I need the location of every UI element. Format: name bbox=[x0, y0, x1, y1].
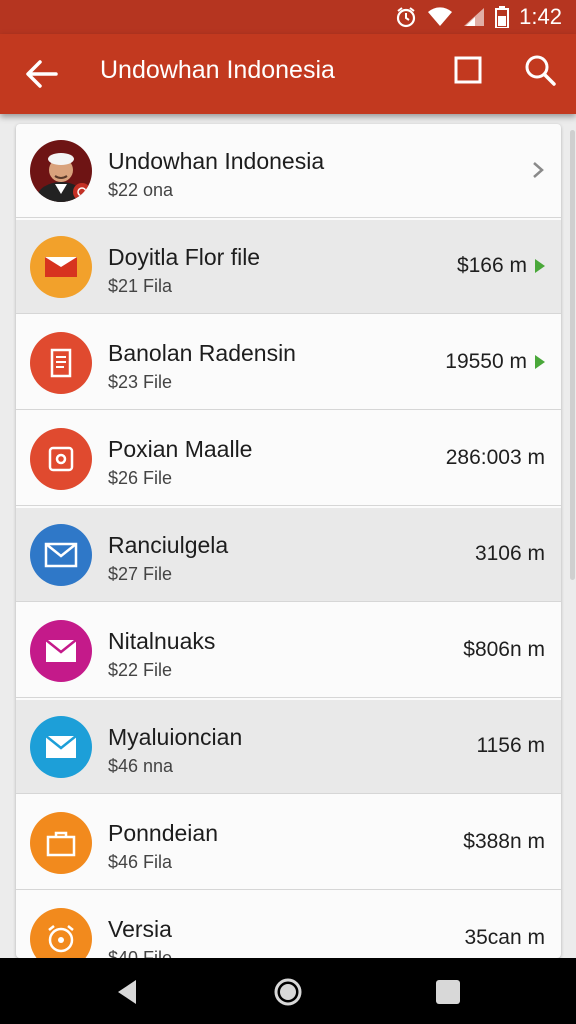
list-item-sub: $22 File bbox=[108, 660, 173, 680]
app-bar: Undowhan Indonesia bbox=[0, 34, 576, 114]
status-time: 1:42 bbox=[519, 4, 562, 29]
document-icon bbox=[30, 332, 92, 394]
list-item-value: $166 m bbox=[456, 254, 527, 277]
mail-flag-icon bbox=[30, 236, 92, 298]
list-item[interactable]: Banolan Radensin $23 File 19550 m bbox=[16, 316, 561, 410]
list-item-value: $388n m bbox=[463, 830, 545, 853]
envelope-icon bbox=[30, 716, 92, 778]
list-item-value: 35can m bbox=[464, 926, 545, 949]
list-item-sub: $21 Fila bbox=[108, 276, 173, 296]
list-item-value: 1156 m bbox=[476, 734, 546, 757]
green-arrow-icon bbox=[535, 259, 545, 273]
alarm-icon bbox=[30, 908, 92, 958]
recents-square-icon[interactable] bbox=[432, 976, 464, 1008]
file-list: Undowhan Indonesia $22 ona Doyitla Flor … bbox=[16, 124, 561, 958]
status-icons: 1:42 bbox=[395, 4, 562, 30]
list-item-name: Ranciulgela bbox=[108, 532, 229, 558]
green-arrow-icon bbox=[535, 355, 545, 369]
list-item[interactable]: Nitalnuaks $22 File $806n m bbox=[16, 604, 561, 698]
file-icon bbox=[30, 428, 92, 490]
wifi-icon bbox=[428, 7, 453, 27]
list-item-name: Doyitla Flor file bbox=[108, 244, 261, 270]
bag-icon bbox=[30, 812, 92, 874]
list-item-name: Banolan Radensin bbox=[108, 340, 296, 366]
page-title: Undowhan Indonesia bbox=[100, 56, 335, 84]
alarm-icon bbox=[397, 7, 416, 28]
back-triangle-icon[interactable] bbox=[112, 976, 144, 1008]
header-item-sub: $22 ona bbox=[108, 180, 174, 200]
header-list-item[interactable]: Undowhan Indonesia $22 ona bbox=[16, 124, 561, 218]
list-item[interactable]: Myaluioncian $46 nna 1156 m bbox=[16, 700, 561, 794]
list-item[interactable]: Poxian Maalle $26 File 286:003 m bbox=[16, 412, 561, 506]
list-item-sub: $46 nna bbox=[108, 756, 174, 776]
list-item-name: Nitalnuaks bbox=[108, 628, 216, 654]
list-item[interactable]: Versia $40 File 35can m bbox=[16, 892, 561, 958]
list-item-value: 286:003 m bbox=[445, 446, 545, 469]
avatar bbox=[30, 140, 92, 202]
signal-icon bbox=[464, 8, 485, 26]
chevron-right-icon bbox=[533, 162, 544, 178]
list-item-value: $806n m bbox=[463, 638, 545, 661]
list-item-value: 3106 m bbox=[474, 542, 545, 565]
list-item-sub: $40 File bbox=[108, 948, 173, 958]
list-item[interactable]: Ranciulgela $27 File 3106 m bbox=[16, 508, 561, 602]
list-item-name: Versia bbox=[108, 916, 172, 942]
status-bar: 1:42 bbox=[0, 0, 576, 34]
search-icon[interactable] bbox=[524, 54, 556, 86]
list-item[interactable]: Doyitla Flor file $21 Fila $166 m bbox=[16, 220, 561, 314]
back-arrow-icon[interactable] bbox=[22, 54, 62, 94]
list-item[interactable]: Ponndeian $46 Fila $388n m bbox=[16, 796, 561, 890]
envelope-icon bbox=[30, 620, 92, 682]
envelope-icon bbox=[30, 524, 92, 586]
list-item-name: Myaluioncian bbox=[108, 724, 243, 750]
list-item-value: 19550 m bbox=[445, 350, 527, 373]
list-item-name: Poxian Maalle bbox=[108, 436, 253, 462]
scrollbar[interactable] bbox=[570, 130, 575, 580]
list-item-sub: $23 File bbox=[108, 372, 173, 392]
home-circle-icon[interactable] bbox=[272, 976, 304, 1008]
list-item-sub: $27 File bbox=[108, 564, 173, 584]
select-square-icon[interactable] bbox=[454, 56, 482, 84]
battery-icon bbox=[495, 6, 510, 28]
navigation-bar bbox=[0, 958, 576, 1024]
list-item-value-wrap: 19550 m bbox=[445, 350, 545, 374]
list-item-sub: $46 Fila bbox=[108, 852, 173, 872]
header-item-name: Undowhan Indonesia bbox=[108, 148, 325, 174]
list-item-name: Ponndeian bbox=[108, 820, 218, 846]
list-item-value-wrap: $166 m bbox=[457, 254, 545, 278]
list-item-sub: $26 File bbox=[108, 468, 173, 488]
